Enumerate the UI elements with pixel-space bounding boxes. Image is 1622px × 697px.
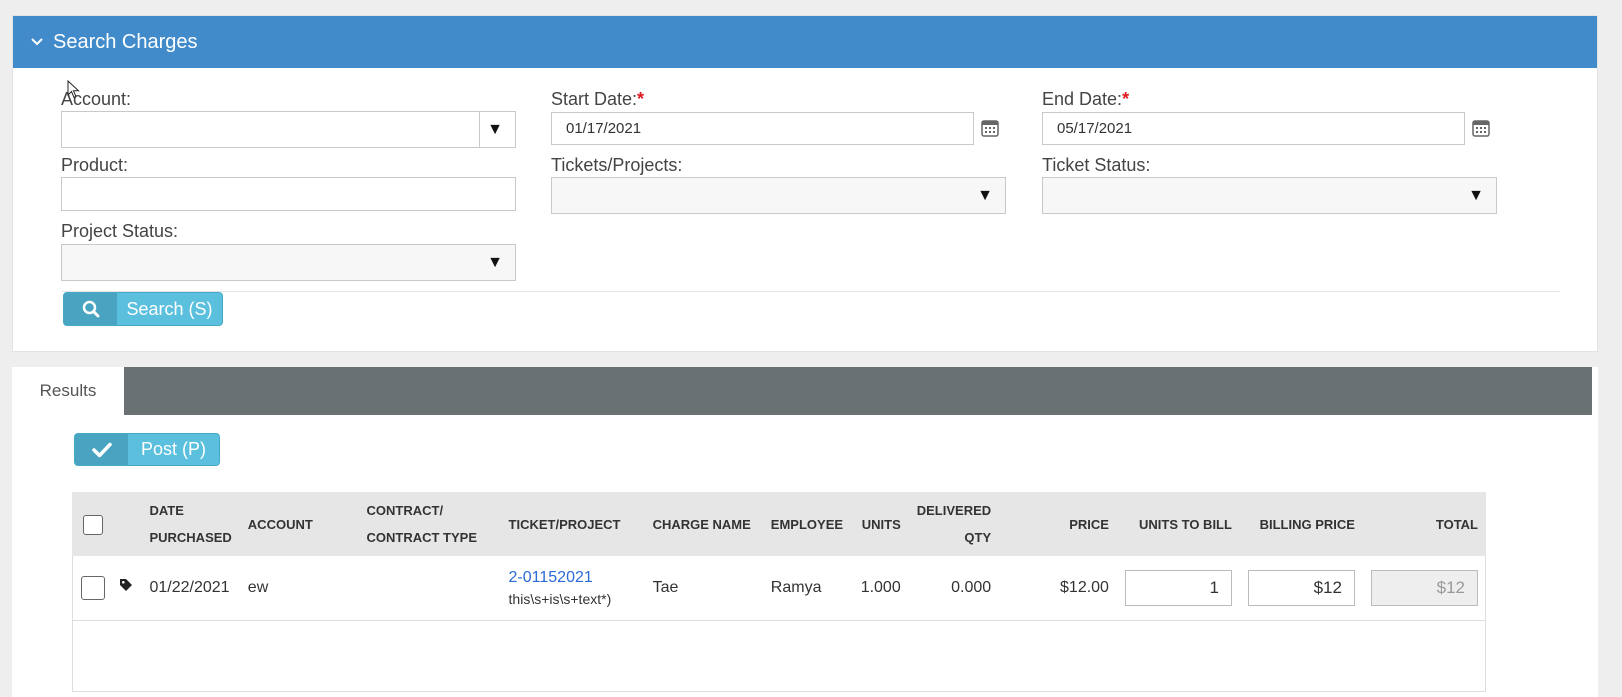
calendar-icon[interactable] [981,119,999,137]
account-cell: ew [239,556,359,621]
billing-price-input[interactable]: $12 [1247,569,1355,606]
calendar-icon[interactable] [1472,119,1490,137]
ticket-status-select[interactable]: ▼ [1042,177,1497,214]
ticket-description: this\s+is\s+text*) [508,590,612,607]
check-icon [75,434,128,465]
caret-down-icon: ▼ [487,253,503,271]
search-icon [64,293,117,325]
contract-cell [358,556,501,621]
chevron-down-icon[interactable] [31,34,43,49]
product-input[interactable] [61,177,516,211]
tag-icon[interactable] [119,578,133,597]
results-tab-bar [12,367,1592,415]
billing-price-cell: $12 [1239,556,1363,621]
column-header[interactable]: EMPLOYEE [762,492,853,556]
results-section: Results Post (P) DATE PURCHASED ACCOUNT C… [12,367,1598,697]
end-date-input[interactable]: 05/17/2021 [1042,112,1465,145]
charge-name-cell: Tae [644,556,763,621]
column-header[interactable]: TICKET/PROJECT [500,492,645,556]
column-header[interactable]: PRICE [999,492,1117,556]
end-date-label: End Date:* [1042,89,1130,109]
search-charges-panel: Search Charges Account: ▼ Start Date:* 0… [12,15,1598,352]
caret-down-icon: ▼ [487,120,503,138]
price-cell: $12.00 [999,556,1117,621]
search-button[interactable]: Search (S) [63,292,223,326]
units-to-bill-input[interactable]: 1 [1124,569,1232,606]
post-button[interactable]: Post (P) [74,433,220,466]
column-header[interactable]: CHARGE NAME [644,492,763,556]
charges-table: DATE PURCHASED ACCOUNT CONTRACT/CONTRACT … [72,492,1486,621]
column-header[interactable]: BILLING PRICE [1239,492,1363,556]
units-cell: 1.000 [852,556,909,621]
delivered-qty-cell: 0.000 [908,556,1000,621]
total-readonly-field: $12 [1371,569,1478,606]
row-select-cell [72,556,142,621]
search-charges-header[interactable]: Search Charges [13,16,1597,68]
tab-results[interactable]: Results [12,367,124,415]
select-all-checkbox[interactable] [83,515,103,536]
units-to-bill-cell: 1 [1116,556,1240,621]
ticket-status-label: Ticket Status: [1042,155,1151,175]
divider [62,291,1560,292]
search-button-label: Search (S) [126,298,213,319]
start-date-input[interactable]: 01/17/2021 [551,112,974,145]
ticket-project-cell: 2-01152021 this\s+is\s+text*) [500,556,645,621]
row-checkbox[interactable] [81,575,105,600]
column-header[interactable]: UNITS [852,492,909,556]
date-purchased-cell: 01/22/2021 [141,556,240,621]
project-status-select[interactable]: ▼ [61,244,516,281]
account-combobox[interactable]: ▼ [61,111,516,148]
table-header-row: DATE PURCHASED ACCOUNT CONTRACT/CONTRACT … [72,492,1486,556]
caret-down-icon: ▼ [977,186,993,204]
column-header[interactable]: CONTRACT/CONTRACT TYPE [358,492,501,556]
caret-down-icon: ▼ [1468,186,1484,204]
mouse-cursor [67,79,81,105]
tickets-projects-select[interactable]: ▼ [551,177,1006,214]
select-all-cell [72,492,142,556]
project-status-label: Project Status: [61,221,179,241]
start-date-label: Start Date:* [551,89,645,109]
column-header[interactable]: TOTAL [1362,492,1486,556]
employee-cell: Ramya [762,556,853,621]
post-button-label: Post (P) [140,439,206,459]
tickets-projects-label: Tickets/Projects: [551,155,683,175]
account-dropdown-button[interactable]: ▼ [479,112,515,147]
product-label: Product: [61,155,129,175]
column-header[interactable]: DATE PURCHASED [141,492,240,556]
column-header[interactable]: DELIVERED QTY [908,492,1000,556]
column-header[interactable]: ACCOUNT [239,492,359,556]
table-row[interactable]: 01/22/2021 ew 2-01152021 this\s+is\s+tex… [72,556,1486,621]
panel-title: Search Charges [53,30,198,53]
total-cell: $12 [1362,556,1486,621]
column-header[interactable]: UNITS TO BILL [1116,492,1240,556]
ticket-link[interactable]: 2-01152021 [509,569,593,586]
